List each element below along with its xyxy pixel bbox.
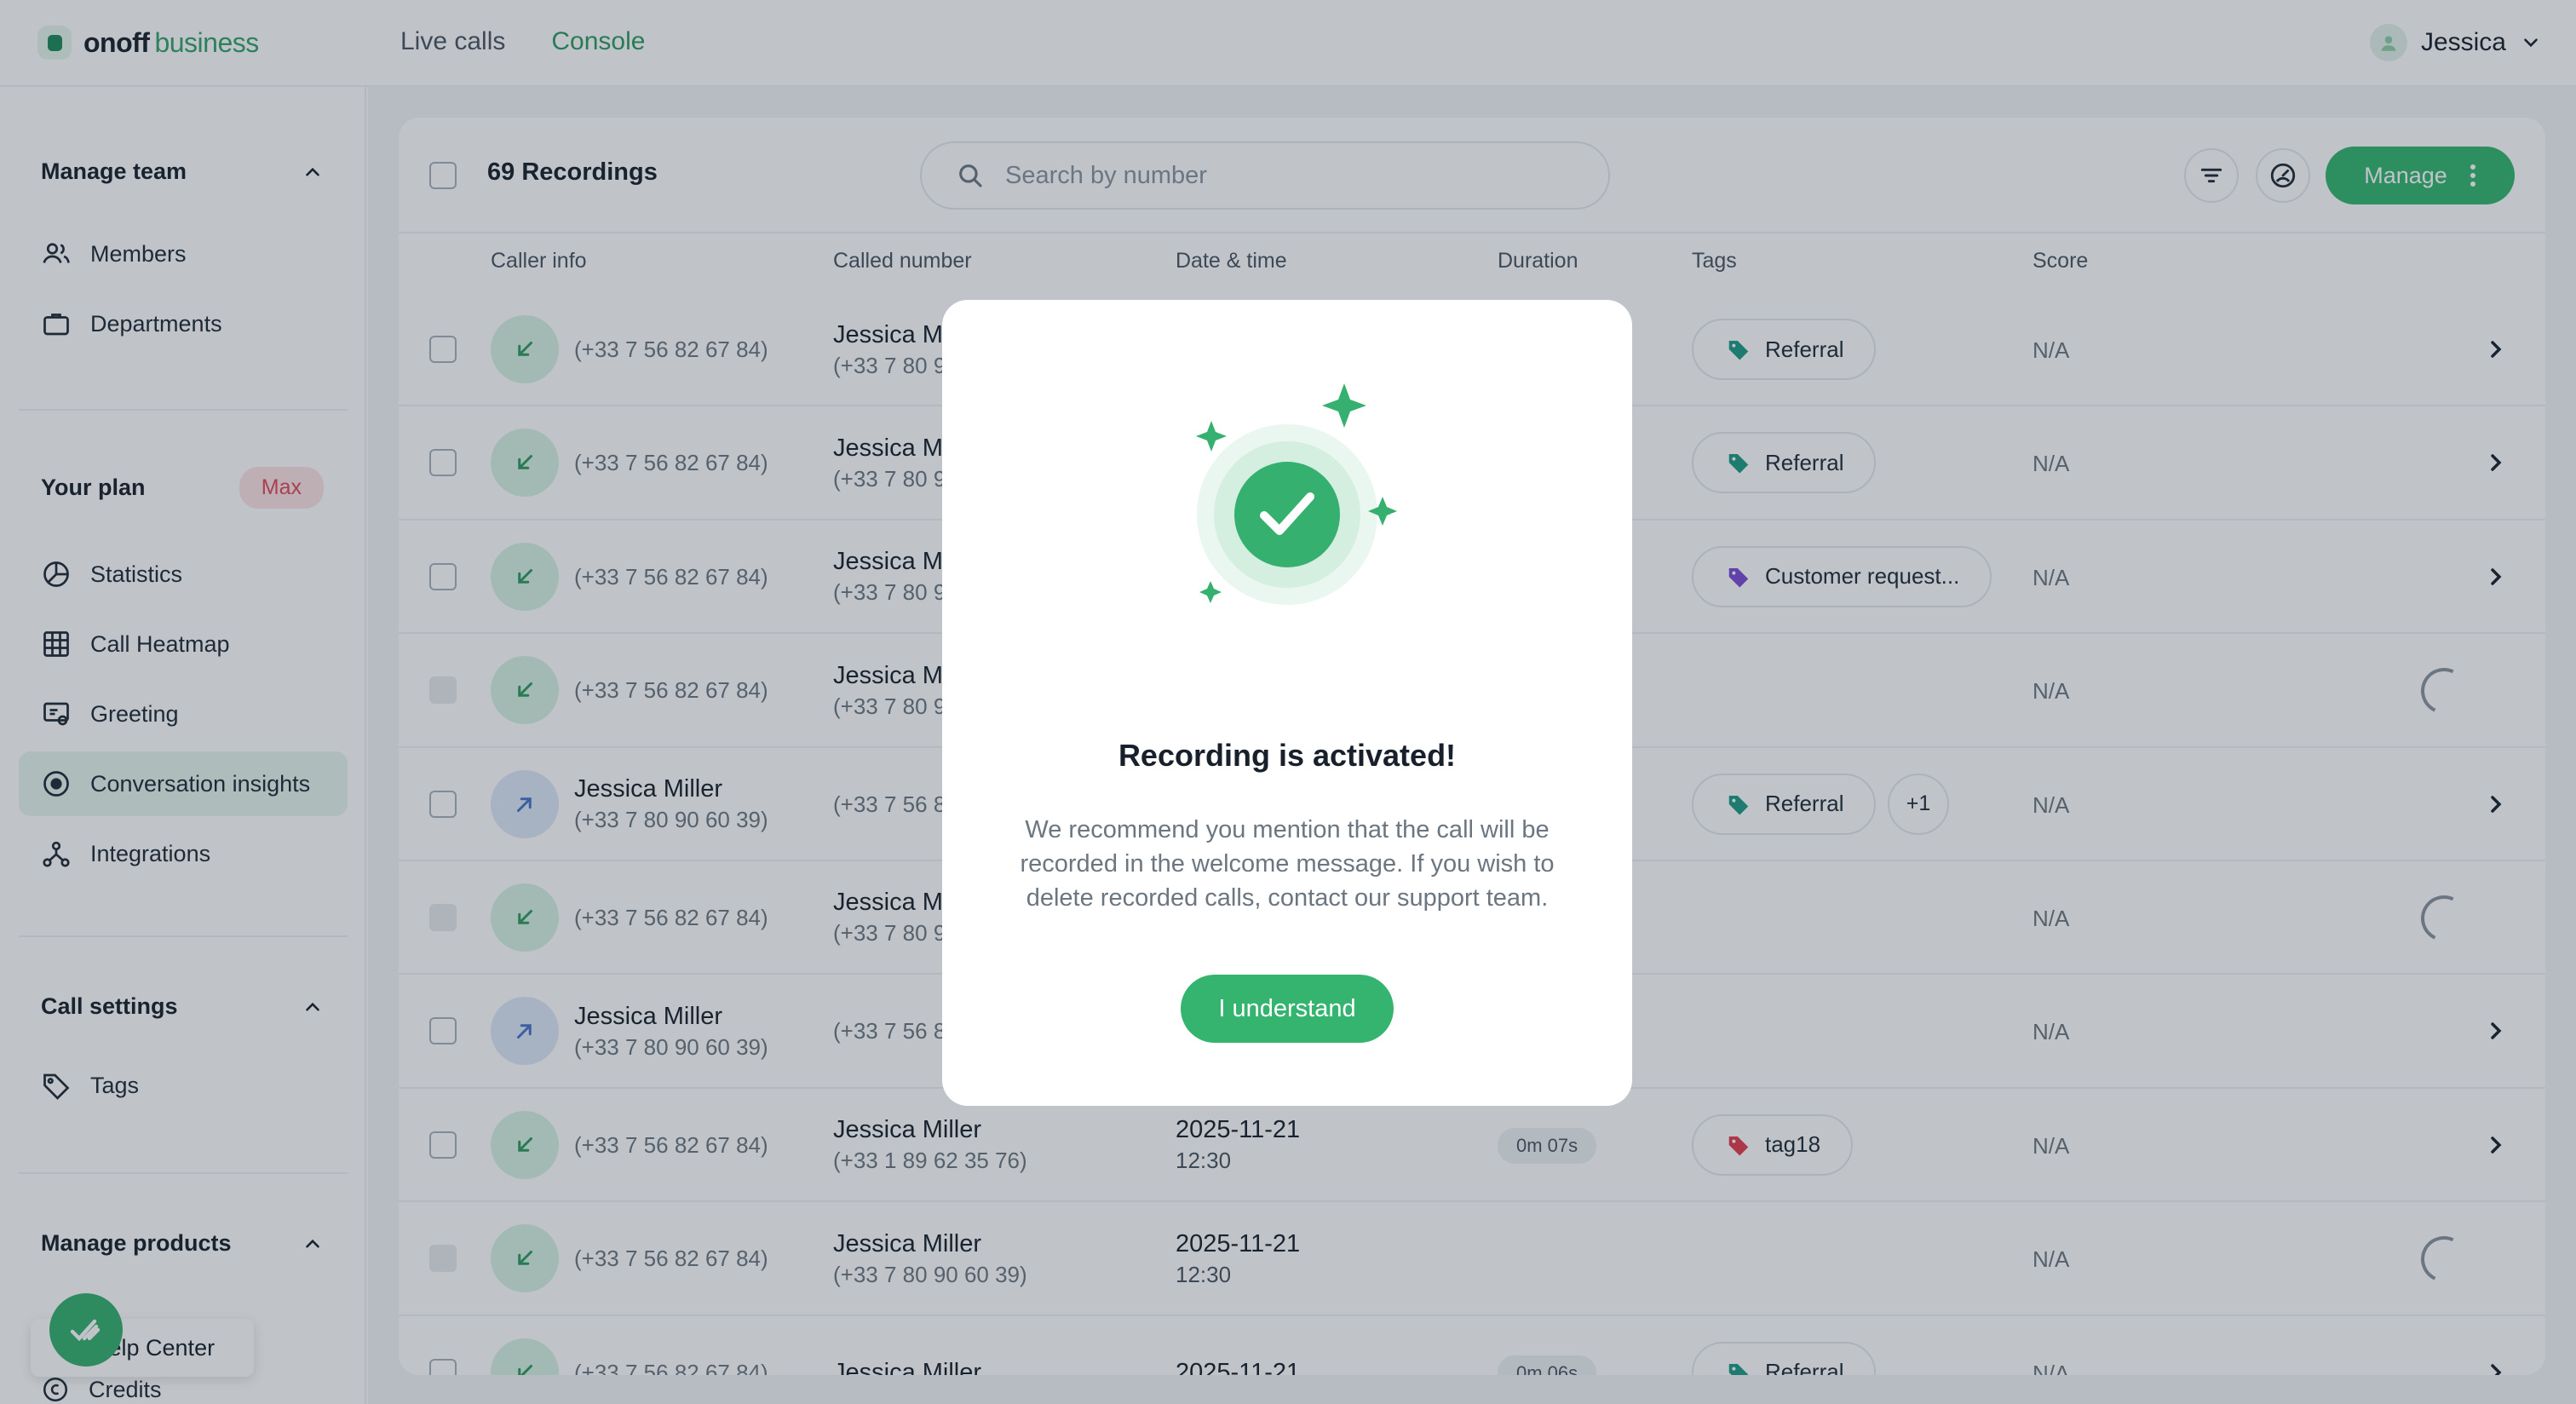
success-illustration	[942, 300, 1632, 658]
modal-title: Recording is activated!	[1118, 738, 1457, 773]
recording-activated-modal: Recording is activated! We recommend you…	[942, 300, 1632, 1106]
modal-body: We recommend you mention that the call w…	[1020, 816, 1555, 912]
success-check-icon	[1196, 383, 1397, 605]
i-understand-button[interactable]: I understand	[1181, 975, 1394, 1043]
app-root: onoff business Live calls Console Jessica…	[0, 0, 2576, 1404]
